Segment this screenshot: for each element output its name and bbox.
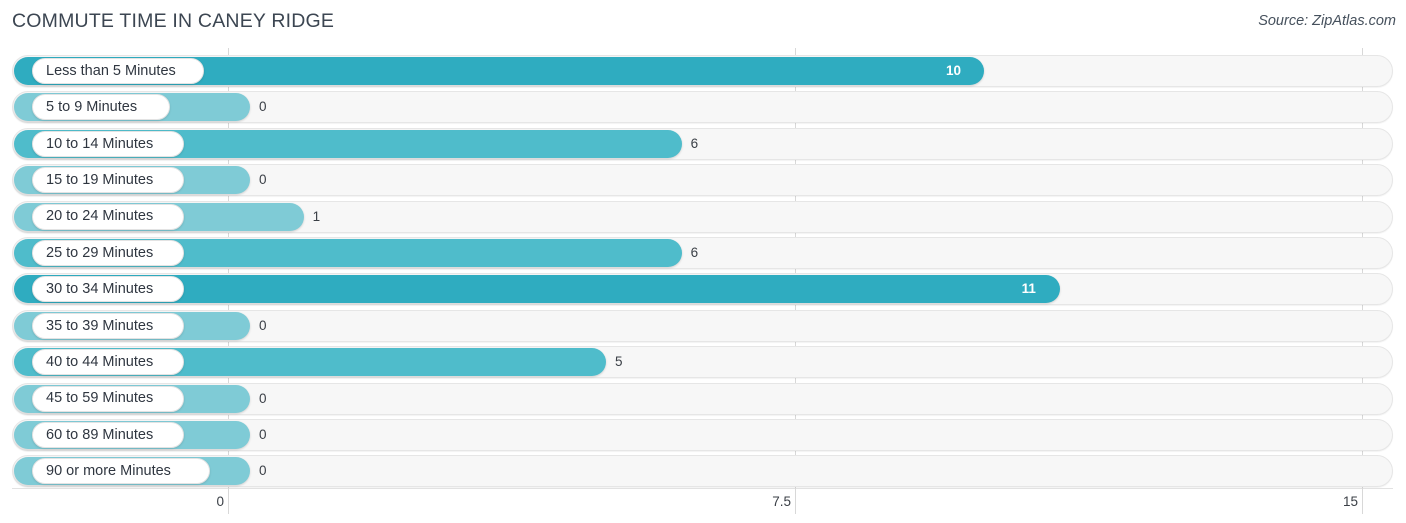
page-title: COMMUTE TIME IN CANEY RIDGE — [12, 10, 335, 32]
bar-row: 45 to 59 Minutes 0 — [0, 382, 1406, 416]
bar-row: 20 to 24 Minutes 1 — [0, 200, 1406, 234]
bar-category-label: 10 to 14 Minutes — [46, 135, 154, 152]
chart-container: COMMUTE TIME IN CANEY RIDGE Source: ZipA… — [0, 0, 1406, 523]
bar-row: 35 to 39 Minutes 0 — [0, 309, 1406, 343]
axis-tick-label: 15 — [1342, 494, 1358, 509]
x-axis: 0 7.5 15 — [0, 488, 1406, 523]
bar-category-label: 25 to 29 Minutes — [46, 244, 154, 261]
bar-row: 15 to 19 Minutes 0 — [0, 163, 1406, 197]
bar-category-label: 90 or more Minutes — [46, 463, 171, 480]
axis-tick-label: 0 — [216, 494, 224, 509]
bar-rows: Less than 5 Minutes 10 5 to 9 Minutes 0 10 t… — [0, 48, 1406, 488]
bar-category-label: Less than 5 Minutes — [46, 62, 176, 79]
bar-category-label: 40 to 44 Minutes — [46, 353, 154, 370]
bar-value-label: 1 — [312, 208, 321, 224]
bar-label-pill: 30 to 34 Minutes — [32, 276, 184, 303]
bar-value-label: 0 — [259, 99, 267, 115]
bar-value-label: 0 — [259, 317, 267, 333]
axis-tick — [228, 488, 229, 514]
bar-value-label: 0 — [259, 463, 267, 479]
bar-value-label: 6 — [690, 245, 699, 260]
bar-row: 40 to 44 Minutes 5 — [0, 345, 1406, 379]
bar-category-label: 20 to 24 Minutes — [46, 208, 154, 225]
bar-row: 60 to 89 Minutes 0 — [0, 418, 1406, 452]
bar-row: 25 to 29 Minutes 6 — [0, 236, 1406, 270]
bar-label-pill: 60 to 89 Minutes — [32, 422, 184, 448]
bar-category-label: 15 to 19 Minutes — [46, 171, 154, 188]
axis-tick — [1362, 488, 1363, 514]
axis-tick — [795, 488, 796, 514]
bar-value-label: 0 — [259, 427, 267, 442]
bar-category-label: 5 to 9 Minutes — [46, 99, 138, 116]
axis-line — [12, 488, 1393, 489]
bar-label-pill: 45 to 59 Minutes — [32, 385, 184, 412]
bar-value-label: 0 — [259, 390, 267, 406]
bar-row: 30 to 34 Minutes 11 — [0, 272, 1406, 306]
bar-label-pill: 40 to 44 Minutes — [32, 349, 184, 376]
bar-row: 10 to 14 Minutes 6 — [0, 127, 1406, 161]
bar-value-label: 11 — [1021, 281, 1036, 297]
bar-category-label: 35 to 39 Minutes — [46, 317, 154, 334]
bar-label-pill: 20 to 24 Minutes — [32, 203, 184, 230]
bar-category-label: 30 to 34 Minutes — [46, 281, 154, 298]
bar-category-label: 45 to 59 Minutes — [46, 390, 154, 407]
bar-label-pill: 90 or more Minutes — [32, 458, 210, 485]
bar-value-label: 6 — [690, 135, 699, 151]
bar-row: 90 or more Minutes 0 — [0, 454, 1406, 488]
bar-label-pill: 5 to 9 Minutes — [32, 94, 170, 121]
bar-category-label: 60 to 89 Minutes — [46, 426, 154, 443]
bar-label-pill: 35 to 39 Minutes — [32, 312, 184, 339]
bar-row: Less than 5 Minutes 10 — [0, 54, 1406, 88]
bar-value-label: 0 — [259, 172, 267, 188]
plot-area: Less than 5 Minutes 10 5 to 9 Minutes 0 10 t… — [0, 48, 1406, 488]
bar-label-pill: Less than 5 Minutes — [32, 58, 204, 84]
axis-tick-label: 7.5 — [772, 494, 791, 509]
bar-value-label: 10 — [946, 63, 962, 78]
bar-label-pill: 15 to 19 Minutes — [32, 167, 184, 194]
bar-value-label: 5 — [615, 354, 623, 370]
source-attribution: Source: ZipAtlas.com — [1258, 13, 1396, 29]
bar-label-pill: 25 to 29 Minutes — [32, 240, 184, 266]
bar-row: 5 to 9 Minutes 0 — [0, 90, 1406, 124]
bar-label-pill: 10 to 14 Minutes — [32, 130, 184, 157]
